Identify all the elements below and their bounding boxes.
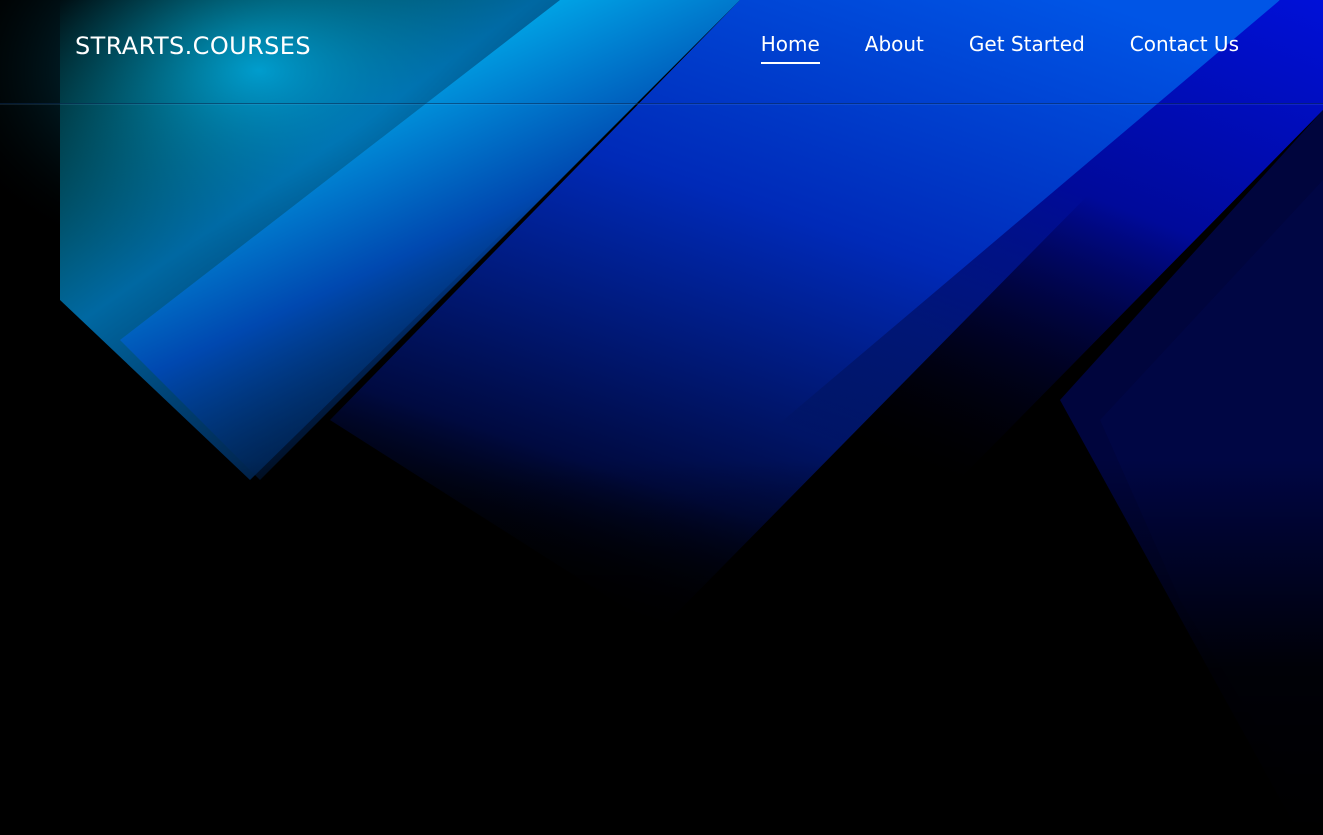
hero-background [0,0,1323,835]
hero-section: STRARTS.COURSES Home About Get Started C… [0,0,1323,835]
site-logo[interactable]: STRARTS.COURSES [75,32,311,60]
site-header: STRARTS.COURSES Home About Get Started C… [0,0,1323,104]
nav-link-get-started[interactable]: Get Started [969,32,1085,64]
nav-item-contact-us: Contact Us [1130,32,1239,64]
nav-link-contact-us[interactable]: Contact Us [1130,32,1239,64]
nav-link-about[interactable]: About [865,32,924,64]
nav-list: Home About Get Started Contact Us [760,32,1239,64]
nav-link-home[interactable]: Home [760,32,820,64]
nav-item-about: About [865,32,924,64]
nav-item-home: Home [760,32,820,64]
nav-item-get-started: Get Started [969,32,1085,64]
